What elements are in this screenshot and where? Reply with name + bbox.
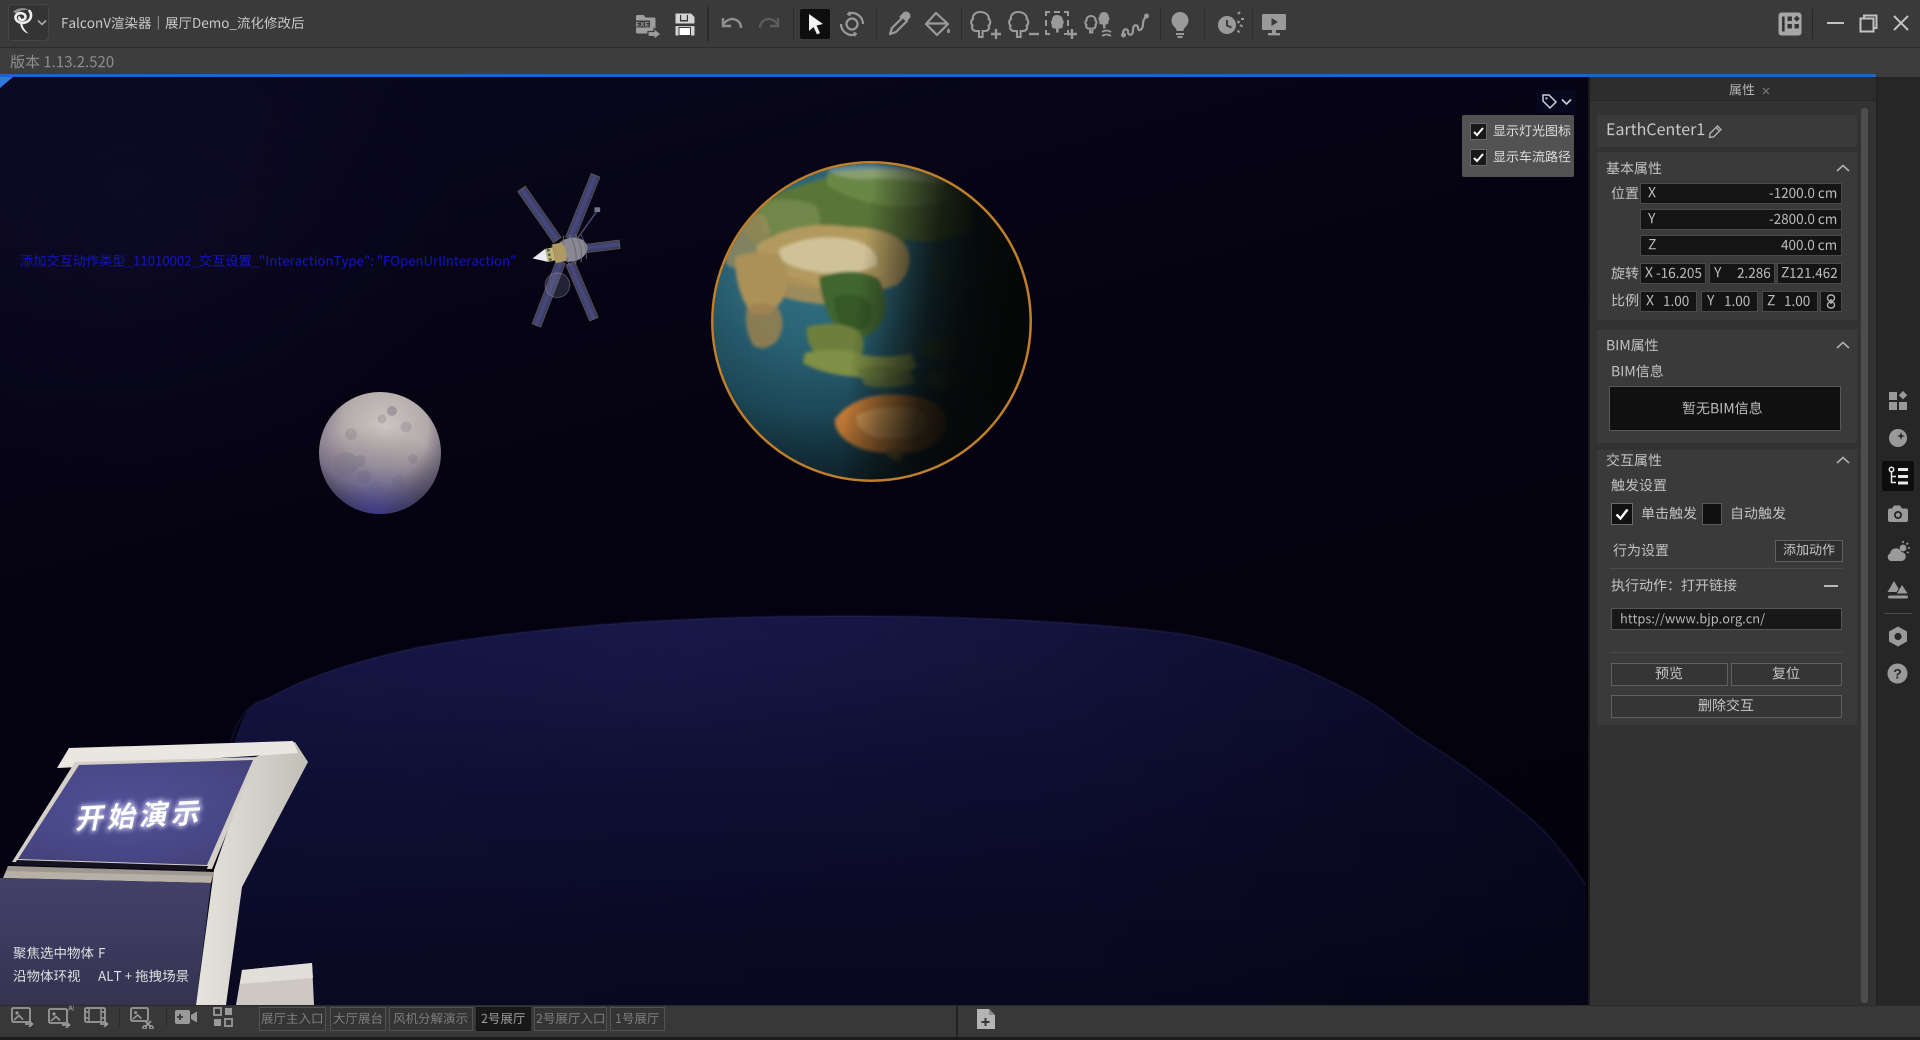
svg-text:EXE: EXE [636, 22, 650, 29]
svg-text:?: ? [1893, 666, 1902, 682]
svg-text:AI: AI [68, 1006, 74, 1013]
